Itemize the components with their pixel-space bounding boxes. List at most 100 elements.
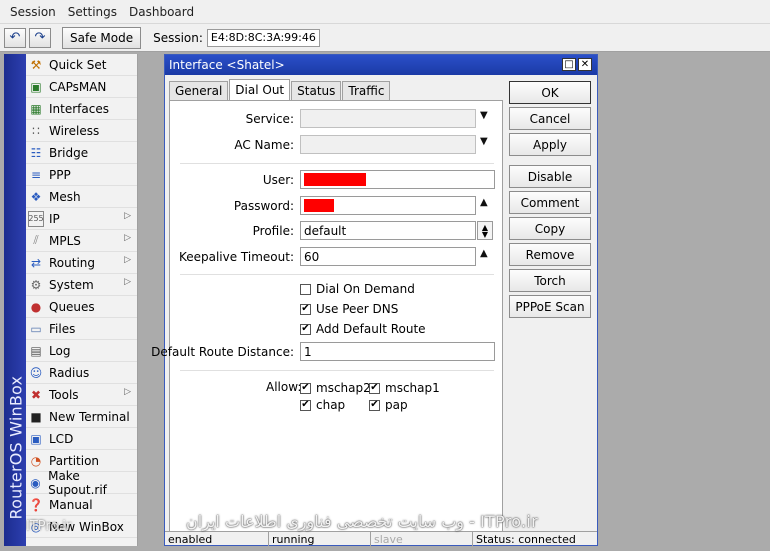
ok-button[interactable]: OK (509, 81, 591, 104)
disable-button[interactable]: Disable (509, 165, 591, 188)
pppoe-scan-button[interactable]: PPPoE Scan (509, 295, 591, 318)
sidebar-item-label: Routing (49, 255, 96, 270)
apply-button[interactable]: Apply (509, 133, 591, 156)
password-input[interactable] (300, 196, 476, 215)
ac-name-dropdown-icon[interactable]: ▼ (480, 136, 488, 147)
menu-dashboard[interactable]: Dashboard (123, 5, 200, 19)
files-icon: ▭ (30, 321, 42, 336)
sidebar-item-log[interactable]: ▤ Log (26, 340, 137, 362)
dial-on-demand-checkbox[interactable]: Dial On Demand (300, 280, 415, 298)
status-connected: Status: connected (476, 532, 576, 546)
brand-bar: RouterOS WinBox (4, 54, 26, 546)
sidebar-item-wireless[interactable]: ∷ Wireless (26, 120, 137, 142)
capsman-icon: ▣ (30, 79, 42, 94)
redacted-mask (304, 199, 334, 212)
submenu-arrow-icon: ▷ (124, 255, 131, 265)
add-default-route-checkbox[interactable]: ✔ Add Default Route (300, 320, 426, 338)
sidebar-item-make-supout[interactable]: ◉ Make Supout.rif (26, 468, 137, 497)
user-input[interactable] (300, 170, 495, 189)
user-row: User: (170, 170, 504, 190)
sidebar: ⚒ Quick Set ▣ CAPsMAN ▦ Interfaces ∷ Wireles… (26, 54, 138, 546)
menubar: Session Settings Dashboard (0, 0, 770, 24)
profile-select[interactable]: default (300, 221, 476, 240)
profile-dropdown-button[interactable]: ▲ ▼ (477, 221, 493, 240)
sidebar-item-label: Log (49, 343, 71, 358)
default-route-distance-row: Default Route Distance: 1 (151, 342, 504, 362)
tab-traffic[interactable]: Traffic (342, 81, 391, 100)
bridge-icon: ☷ (30, 145, 42, 160)
menu-session[interactable]: Session (4, 5, 62, 19)
sidebar-item-system[interactable]: ⚙ System ▷ (26, 274, 137, 296)
close-button[interactable]: ✕ (578, 58, 592, 71)
allow-mschap2-checkbox[interactable]: ✔ mschap2 (300, 380, 371, 396)
manual-icon: ❓ (28, 497, 44, 512)
redacted-mask (304, 173, 366, 186)
sidebar-item-routing[interactable]: ⇄ Routing ▷ (26, 252, 137, 274)
maximize-icon: □ (564, 58, 574, 70)
dialog-titlebar[interactable]: Interface <Shatel> □ ✕ (165, 55, 597, 75)
tab-status[interactable]: Status (291, 81, 342, 100)
checkmark-icon: ✔ (369, 382, 380, 394)
remove-button[interactable]: Remove (509, 243, 591, 266)
sidebar-item-ppp[interactable]: ≡ PPP (26, 164, 137, 186)
checkbox-label: pap (385, 398, 408, 412)
sidebar-item-tools[interactable]: ✖ Tools ▷ (26, 384, 137, 406)
dialog-title: Interface <Shatel> (169, 58, 285, 72)
redo-button[interactable]: ↷ (29, 27, 51, 48)
torch-button[interactable]: Torch (509, 269, 591, 292)
sidebar-item-capsman[interactable]: ▣ CAPsMAN (26, 76, 137, 98)
allow-pap-checkbox[interactable]: ✔ pap (369, 397, 408, 413)
sidebar-item-label: Queues (49, 299, 95, 314)
checkbox-label: Add Default Route (316, 322, 426, 336)
sidebar-item-ip[interactable]: 255 IP ▷ (26, 208, 137, 230)
tab-general[interactable]: General (169, 81, 229, 100)
sidebar-item-bridge[interactable]: ☷ Bridge (26, 142, 137, 164)
tools-icon: ✖ (30, 387, 42, 402)
session-value[interactable]: E4:8D:8C:3A:99:46 (206, 28, 320, 47)
sidebar-item-mpls[interactable]: ⫽ MPLS ▷ (26, 230, 137, 252)
interface-dialog: Interface <Shatel> □ ✕ General Dial Out … (151, 54, 598, 546)
sidebar-item-label: MPLS (49, 233, 81, 248)
toolbar: ↶ ↷ Safe Mode Session: E4:8D:8C:3A:99:46 (0, 24, 770, 52)
password-collapse-icon[interactable]: ▲ (480, 197, 488, 208)
sidebar-item-files[interactable]: ▭ Files (26, 318, 137, 340)
sidebar-item-manual[interactable]: ❓ Manual (26, 494, 137, 516)
menu-settings[interactable]: Settings (62, 5, 123, 19)
sidebar-item-label: IP (49, 211, 60, 226)
maximize-button[interactable]: □ (562, 58, 576, 71)
sidebar-item-queues[interactable]: ● Queues (26, 296, 137, 318)
sidebar-item-lcd[interactable]: ▣ LCD (26, 428, 137, 450)
service-label: Service: (245, 112, 294, 126)
sidebar-item-new-terminal[interactable]: ■ New Terminal (26, 406, 137, 428)
default-route-distance-input[interactable]: 1 (300, 342, 495, 361)
service-input[interactable] (300, 109, 476, 128)
tab-dial-out[interactable]: Dial Out (229, 79, 291, 100)
service-dropdown-icon[interactable]: ▼ (480, 110, 488, 121)
sidebar-item-interfaces[interactable]: ▦ Interfaces (26, 98, 137, 120)
checkmark-icon: ✔ (300, 399, 311, 411)
keepalive-input[interactable]: 60 (300, 247, 476, 266)
ac-name-input[interactable] (300, 135, 476, 154)
sidebar-item-label: Make Supout.rif (48, 468, 107, 497)
allow-mschap1-checkbox[interactable]: ✔ mschap1 (369, 380, 440, 396)
undo-button[interactable]: ↶ (4, 27, 26, 48)
checkmark-icon: ✔ (369, 399, 380, 411)
sidebar-item-mesh[interactable]: ❖ Mesh (26, 186, 137, 208)
profile-label: Profile: (252, 224, 294, 238)
keepalive-collapse-icon[interactable]: ▲ (480, 248, 488, 259)
safe-mode-button[interactable]: Safe Mode (62, 26, 142, 49)
sidebar-item-quick-set[interactable]: ⚒ Quick Set (26, 54, 137, 76)
submenu-arrow-icon: ▷ (124, 277, 131, 287)
sidebar-item-radius[interactable]: ☺ Radius (26, 362, 137, 384)
use-peer-dns-checkbox[interactable]: ✔ Use Peer DNS (300, 300, 398, 318)
session-label: Session: (153, 30, 203, 45)
terminal-icon: ■ (30, 409, 42, 424)
copy-button[interactable]: Copy (509, 217, 591, 240)
cancel-button[interactable]: Cancel (509, 107, 591, 130)
undo-icon: ↶ (9, 30, 21, 45)
comment-button[interactable]: Comment (509, 191, 591, 214)
submenu-arrow-icon: ▷ (124, 387, 131, 397)
sidebar-item-label: LCD (49, 431, 74, 446)
sidebar-item-label: PPP (49, 167, 71, 182)
allow-chap-checkbox[interactable]: ✔ chap (300, 397, 345, 413)
